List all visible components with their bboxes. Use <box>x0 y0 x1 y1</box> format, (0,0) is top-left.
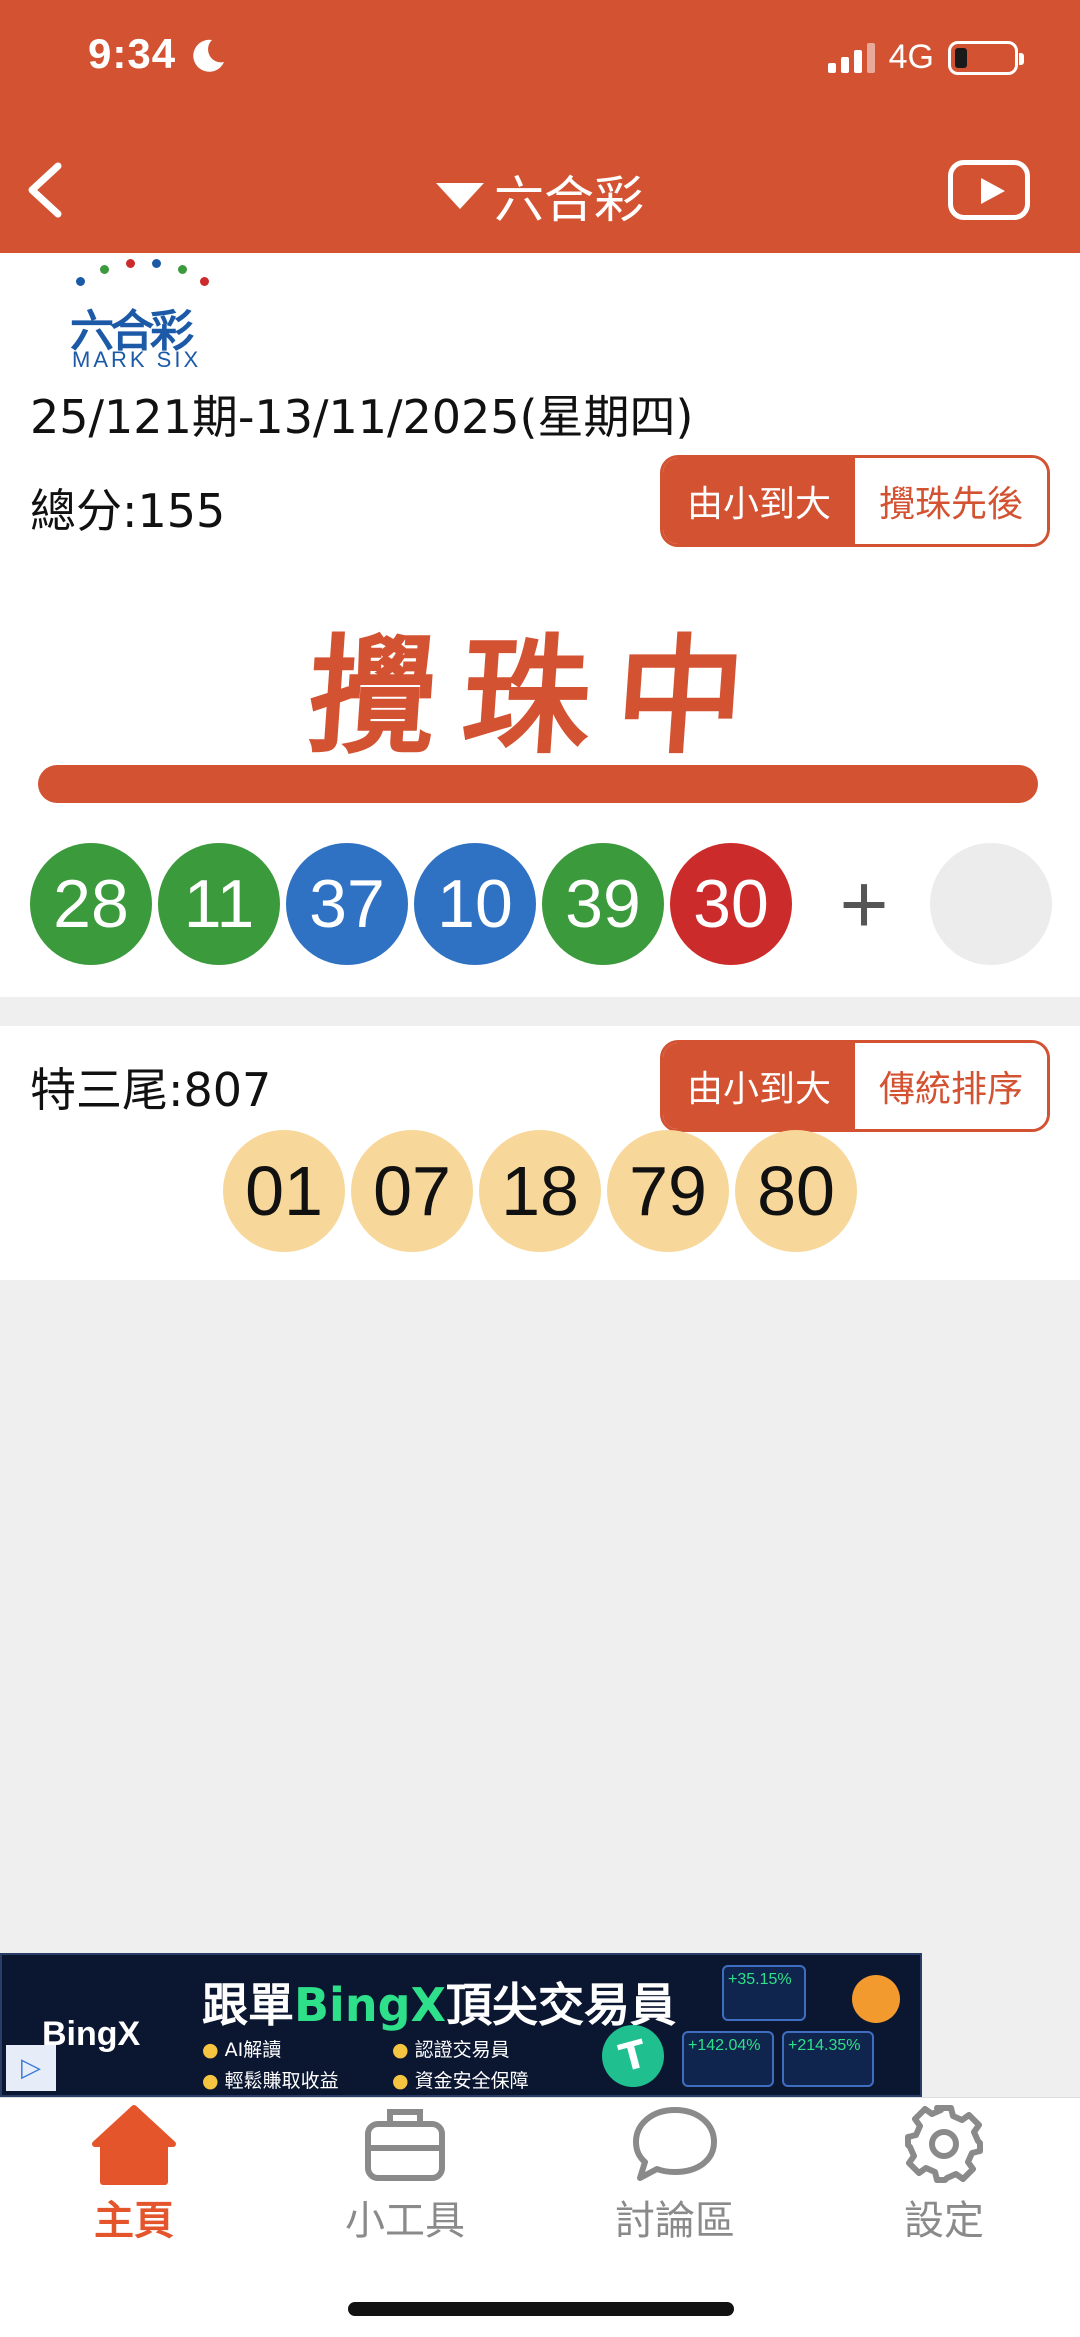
home-indicator[interactable] <box>348 2302 734 2316</box>
bitcoin-coin-icon <box>852 1975 900 2023</box>
tab-tools-label: 小工具 <box>345 2198 465 2244</box>
tab-settings[interactable]: 設定 <box>834 2102 1054 2246</box>
chat-bubble-icon <box>633 2107 717 2181</box>
tail-number-balls: 01 07 18 79 80 <box>0 1130 1080 1252</box>
ad-headline-prefix: 跟單 <box>202 1978 294 2032</box>
tail-sort-small-to-big-button[interactable]: 由小到大 <box>663 1043 855 1129</box>
tab-home-label: 主頁 <box>94 2198 174 2244</box>
status-indicators: 4G <box>827 38 1024 77</box>
tab-forum-label: 討論區 <box>615 2198 735 2244</box>
tab-tools[interactable]: 小工具 <box>295 2102 515 2246</box>
ad-stat: +35.15% <box>722 1965 806 2021</box>
tail-ball: 07 <box>351 1130 473 1252</box>
ad-feature: 輕鬆賺取收益 <box>202 2066 372 2093</box>
draw-result-card: 六合彩 MARK SIX 25/121期-13/11/2025(星期四) 總分:… <box>0 253 1080 997</box>
ball-6: 30 <box>670 843 792 965</box>
ad-brand: BingX <box>42 2015 141 2053</box>
tail-sort-traditional-button[interactable]: 傳統排序 <box>855 1043 1047 1129</box>
ad-feature: 認證交易員 <box>392 2035 562 2062</box>
video-play-icon[interactable] <box>948 160 1030 220</box>
tab-settings-label: 設定 <box>904 2198 984 2244</box>
ball-3: 37 <box>286 843 408 965</box>
status-time: 9:34 <box>88 30 177 77</box>
ad-feature: 資金安全保障 <box>392 2066 562 2093</box>
toolbox-icon <box>365 2109 445 2181</box>
network-type: 4G <box>888 38 934 76</box>
home-icon <box>92 2105 176 2185</box>
signal-icon <box>827 42 875 73</box>
app-header: 9:34 4G 六合彩 <box>0 0 1080 253</box>
draw-info: 25/121期-13/11/2025(星期四) <box>30 390 694 444</box>
ad-feature: AI解讀 <box>202 2035 372 2062</box>
ad-trader-cards: +35.15% +142.04% +214.35% <box>682 1965 882 2089</box>
ball-2: 11 <box>158 843 280 965</box>
tab-forum[interactable]: 討論區 <box>565 2102 785 2246</box>
mark-six-logo: 六合彩 MARK SIX <box>70 255 220 375</box>
tail-ball: 01 <box>223 1130 345 1252</box>
bottom-tab-bar: 主頁 小工具 討論區 設定 <box>0 2097 1080 2337</box>
drawing-progress-bar <box>38 765 1038 803</box>
ad-stat: +142.04% <box>682 2031 774 2087</box>
ball-5: 39 <box>542 843 664 965</box>
tail-ball: 80 <box>735 1130 857 1252</box>
sort-small-to-big-button[interactable]: 由小到大 <box>663 458 855 544</box>
tab-home[interactable]: 主頁 <box>24 2102 244 2246</box>
ad-stat: +214.35% <box>782 2031 874 2087</box>
ad-headline-highlight: BingX <box>294 1978 446 2032</box>
tail-ball: 18 <box>479 1130 601 1252</box>
logo-en-text: MARK SIX <box>72 347 202 372</box>
sort-draw-order-button[interactable]: 攪珠先後 <box>855 458 1047 544</box>
gear-icon <box>905 2105 983 2183</box>
ball-sort-toggle: 由小到大 攪珠先後 <box>660 455 1050 547</box>
moon-icon <box>193 39 224 72</box>
special-tail-label: 特三尾:807 <box>30 1063 272 1117</box>
total-score: 總分:155 <box>30 484 226 538</box>
tail-numbers-card: 特三尾:807 由小到大 傳統排序 01 07 18 79 80 <box>0 1026 1080 1280</box>
lottery-selector[interactable]: 六合彩 <box>0 160 1080 232</box>
dropdown-caret-icon <box>436 183 484 209</box>
drawing-status: 攪珠中 <box>302 622 776 772</box>
ad-headline-suffix: 頂尖交易員 <box>445 1978 676 2032</box>
ad-headline: 跟單BingX頂尖交易員 <box>202 1969 676 2035</box>
page-title: 六合彩 <box>494 171 644 229</box>
ad-banner[interactable]: BingX 跟單BingX頂尖交易員 AI解讀 認證交易員 輕鬆賺取收益 資金安… <box>0 1953 922 2097</box>
ball-1: 28 <box>30 843 152 965</box>
special-ball-placeholder <box>930 843 1052 965</box>
tail-ball: 79 <box>607 1130 729 1252</box>
ad-features: AI解讀 認證交易員 輕鬆賺取收益 資金安全保障 <box>202 2035 562 2093</box>
drawn-balls: 28 11 37 10 39 30 + <box>30 843 1058 965</box>
plus-sign: + <box>839 856 889 951</box>
tail-sort-toggle: 由小到大 傳統排序 <box>660 1040 1050 1132</box>
ball-4: 10 <box>414 843 536 965</box>
ad-choices-icon[interactable]: ▷ <box>6 2045 56 2091</box>
battery-icon <box>948 40 1024 75</box>
